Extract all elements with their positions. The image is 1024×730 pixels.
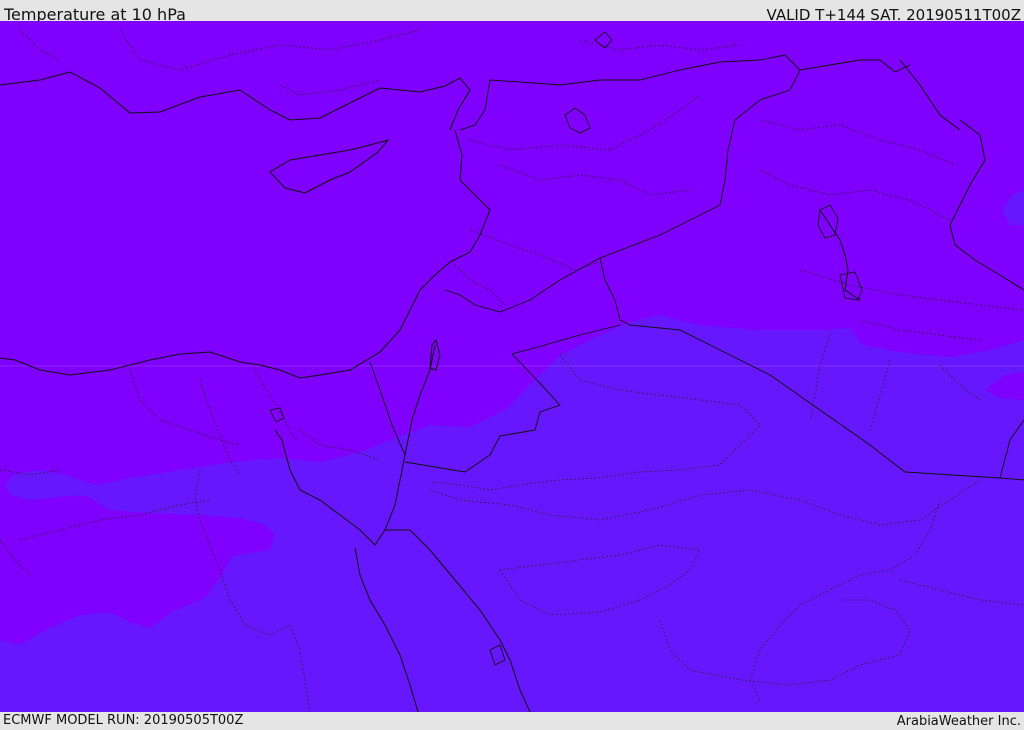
map-canvas: [0, 21, 1024, 712]
model-run-label: ECMWF MODEL RUN: 20190505T00Z: [3, 713, 244, 728]
header-bar: Temperature at 10 hPa VALID T+144 SAT. 2…: [0, 0, 1024, 24]
credit-label: ArabiaWeather Inc.: [896, 714, 1021, 729]
footer-bar: ECMWF MODEL RUN: 20190505T00Z ArabiaWeat…: [0, 712, 1024, 729]
weather-map[interactable]: [0, 21, 1024, 712]
